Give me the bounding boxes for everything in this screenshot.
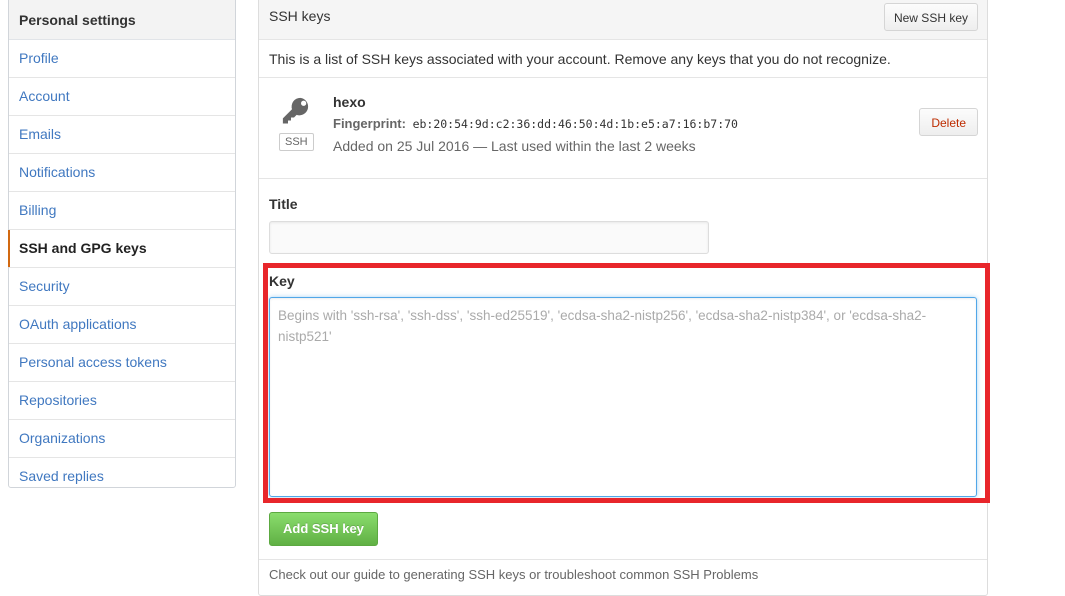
ssh-keys-panel: SSH keys New SSH key This is a list of S…: [258, 0, 988, 596]
key-textarea[interactable]: [269, 297, 977, 497]
title-input[interactable]: [269, 221, 709, 254]
sidebar-item-ssh-gpg-keys[interactable]: SSH and GPG keys: [8, 230, 235, 268]
add-ssh-key-button[interactable]: Add SSH key: [269, 512, 378, 546]
delete-key-button[interactable]: Delete: [919, 108, 978, 136]
key-label: Key: [269, 273, 295, 289]
panel-header: SSH keys New SSH key: [259, 0, 987, 40]
sidebar-item-account[interactable]: Account: [9, 78, 235, 116]
title-label: Title: [269, 196, 298, 212]
key-added-info: Added on 25 Jul 2016 — Last used within …: [333, 138, 696, 154]
ssh-badge: SSH: [279, 133, 314, 151]
sidebar-item-personal-access-tokens[interactable]: Personal access tokens: [9, 344, 235, 382]
key-fingerprint: Fingerprint: eb:20:54:9d:c2:36:dd:46:50:…: [333, 116, 738, 131]
sidebar-item-security[interactable]: Security: [9, 268, 235, 306]
new-ssh-key-button[interactable]: New SSH key: [883, 3, 978, 31]
page-title: SSH keys: [269, 8, 331, 24]
sidebar-item-emails[interactable]: Emails: [9, 116, 235, 154]
sidebar-item-repositories[interactable]: Repositories: [9, 382, 235, 420]
fingerprint-value: eb:20:54:9d:c2:36:dd:46:50:4d:1b:e5:a7:1…: [412, 117, 738, 131]
sidebar-item-organizations[interactable]: Organizations: [9, 420, 235, 458]
key-icon-svg: [282, 97, 309, 124]
sidebar-header: Personal settings: [9, 0, 235, 40]
footer-divider: [259, 559, 987, 560]
panel-description: This is a list of SSH keys associated wi…: [259, 40, 987, 78]
footer-hint: Check out our guide to generating SSH ke…: [269, 567, 759, 582]
sidebar-item-notifications[interactable]: Notifications: [9, 154, 235, 192]
ssh-key-item: SSH hexo Fingerprint: eb:20:54:9d:c2:36:…: [259, 78, 987, 179]
key-title: hexo: [333, 94, 366, 110]
sidebar-item-oauth-applications[interactable]: OAuth applications: [9, 306, 235, 344]
sidebar-item-billing[interactable]: Billing: [9, 192, 235, 230]
sidebar-item-profile[interactable]: Profile: [9, 40, 235, 78]
key-icon: [279, 96, 313, 129]
fingerprint-label: Fingerprint:: [333, 116, 406, 131]
sidebar-item-saved-replies[interactable]: Saved replies: [9, 458, 235, 495]
settings-sidebar: Personal settings Profile Account Emails…: [8, 0, 236, 488]
